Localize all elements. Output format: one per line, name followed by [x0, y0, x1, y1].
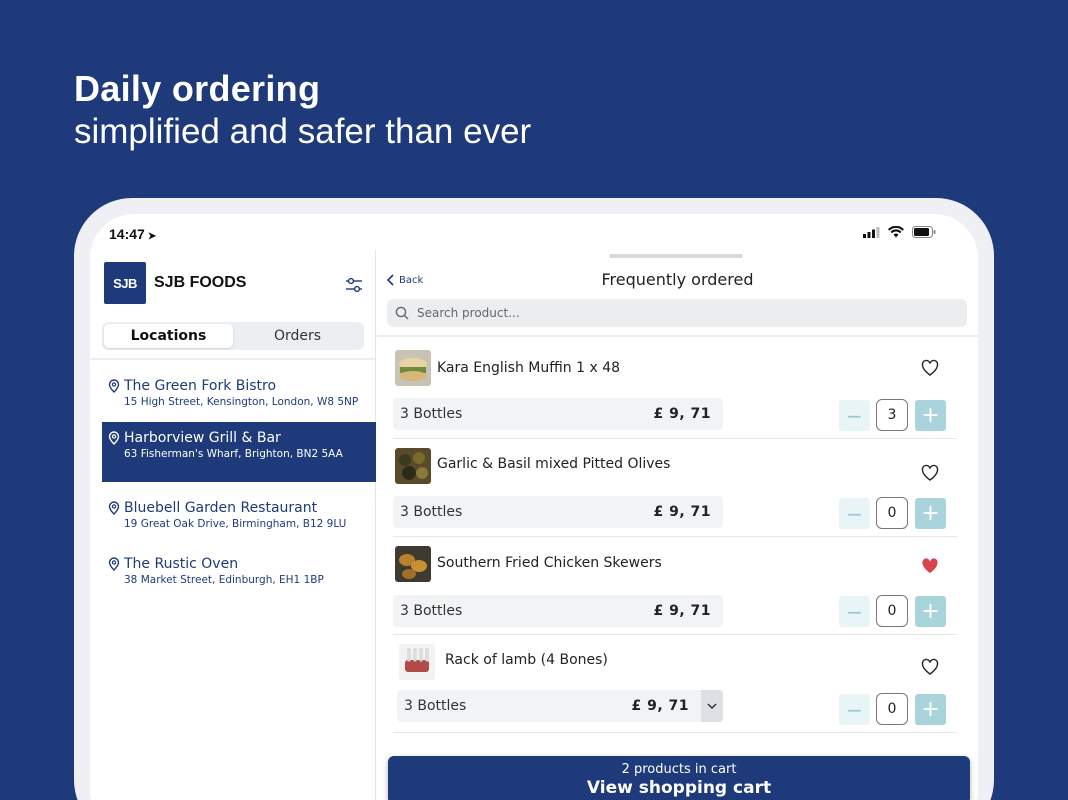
quantity-field[interactable]: 0 [876, 693, 908, 725]
increase-button[interactable]: + [915, 400, 946, 431]
cart-label: View shopping cart [586, 778, 772, 798]
unit-price-selector[interactable]: 3 Bottles £ 9, 71 [393, 496, 723, 528]
unit-price-dropdown[interactable]: 3 Bottles £ 9, 71 [397, 690, 723, 722]
location-pin-icon [108, 379, 120, 393]
increase-button[interactable]: + [915, 596, 946, 627]
location-name: The Green Fork Bistro [124, 378, 277, 394]
location-name: Bluebell Garden Restaurant [124, 500, 318, 516]
unit-label: 3 Bottles [400, 406, 463, 422]
product-image-olives [395, 448, 431, 484]
product-name: Kara English Muffin 1 x 48 [437, 360, 621, 376]
location-pin-icon [108, 557, 120, 571]
tab-orders[interactable]: Orders [233, 324, 362, 348]
unit-price-selector[interactable]: 3 Bottles £ 9, 71 [393, 398, 723, 430]
location-address: 38 Market Street, Edinburgh, EH1 1BP [124, 574, 324, 586]
product-image-muffin [395, 350, 431, 386]
location-pin-icon [108, 431, 120, 445]
view-cart-button[interactable]: 2 products in cart View shopping cart [388, 756, 970, 800]
location-name: Harborview Grill & Bar [124, 430, 281, 446]
tab-locations[interactable]: Locations [104, 324, 233, 348]
brand-name: SJB FOODS [154, 274, 247, 291]
location-pin-icon [108, 501, 120, 515]
page-title: Frequently ordered [601, 270, 754, 289]
battery-icon [912, 226, 936, 238]
search-input[interactable]: Search product... [387, 299, 967, 327]
product-row: Southern Fried Chicken Skewers 3 Bottles… [393, 538, 957, 635]
location-item[interactable]: Bluebell Garden Restaurant 19 Great Oak … [102, 492, 376, 552]
status-time: 14:47 [109, 226, 145, 242]
quantity-field[interactable]: 0 [876, 595, 908, 627]
sheet-grabber[interactable] [609, 254, 743, 258]
unit-label: 3 Bottles [404, 698, 467, 714]
unit-label: 3 Bottles [400, 603, 463, 619]
search-placeholder: Search product... [417, 306, 520, 320]
cellular-signal-icon [863, 226, 880, 238]
heart-outline-icon[interactable] [921, 464, 939, 482]
location-address: 63 Fisherman's Wharf, Brighton, BN2 5AA [124, 448, 343, 460]
location-item[interactable]: The Rustic Oven 38 Market Street, Edinbu… [102, 548, 376, 608]
heart-outline-icon[interactable] [921, 359, 939, 377]
price-label: £ 9, 71 [653, 603, 711, 619]
location-item-selected[interactable]: Harborview Grill & Bar 63 Fisherman's Wh… [102, 422, 376, 482]
product-row: Garlic & Basil mixed Pitted Olives 3 Bot… [393, 440, 957, 537]
heart-filled-icon[interactable] [921, 557, 939, 575]
price-label: £ 9, 71 [631, 698, 689, 714]
search-icon [395, 306, 409, 320]
headline-subtitle: simplified and safer than ever [74, 112, 532, 151]
product-name: Southern Fried Chicken Skewers [437, 555, 662, 571]
wifi-icon [888, 226, 904, 238]
product-row: Rack of lamb (4 Bones) 3 Bottles £ 9, 71… [393, 636, 957, 733]
brand-header: SJB SJB FOODS [104, 262, 246, 304]
product-name: Garlic & Basil mixed Pitted Olives [437, 456, 671, 472]
product-image-chicken-skewers [395, 546, 431, 582]
hero-headline: Daily ordering simplified and safer than… [74, 68, 531, 152]
price-label: £ 9, 71 [653, 504, 711, 520]
chevron-down-icon[interactable] [701, 690, 723, 722]
decrease-button[interactable]: − [839, 596, 870, 627]
unit-label: 3 Bottles [400, 504, 463, 520]
increase-button[interactable]: + [915, 694, 946, 725]
product-row: Kara English Muffin 1 x 48 3 Bottles £ 9… [393, 342, 957, 439]
location-arrow-icon: ➤ [147, 231, 157, 242]
heart-outline-icon[interactable] [921, 658, 939, 676]
price-label: £ 9, 71 [653, 406, 711, 422]
product-name: Rack of lamb (4 Bones) [445, 652, 608, 668]
decrease-button[interactable]: − [839, 498, 870, 529]
divider [90, 358, 375, 360]
location-address: 19 Great Oak Drive, Birmingham, B12 9LU [124, 518, 347, 530]
headline-title: Daily ordering [74, 68, 321, 109]
sjb-logo: SJB [104, 262, 146, 304]
quantity-field[interactable]: 0 [876, 497, 908, 529]
segmented-control: Locations Orders [102, 322, 364, 350]
location-name: The Rustic Oven [124, 556, 239, 572]
app-screen: 14:47 ➤ SJB SJB FOODS Locations Orders T… [90, 214, 978, 800]
location-item[interactable]: The Green Fork Bistro 15 High Street, Ke… [102, 370, 376, 430]
increase-button[interactable]: + [915, 498, 946, 529]
filter-settings-icon[interactable] [345, 276, 363, 294]
products-panel: Back Frequently ordered Search product..… [377, 250, 978, 800]
tablet-frame: 14:47 ➤ SJB SJB FOODS Locations Orders T… [74, 198, 994, 800]
divider [377, 335, 978, 337]
cart-count: 2 products in cart [621, 762, 737, 777]
decrease-button[interactable]: − [839, 400, 870, 431]
locations-panel: SJB SJB FOODS Locations Orders The Green… [90, 250, 376, 800]
unit-price-selector[interactable]: 3 Bottles £ 9, 71 [393, 595, 723, 627]
decrease-button[interactable]: − [839, 694, 870, 725]
location-address: 15 High Street, Kensington, London, W8 5… [124, 396, 359, 408]
product-image-rack-of-lamb [399, 644, 435, 680]
quantity-field[interactable]: 3 [876, 399, 908, 431]
status-bar: 14:47 ➤ [90, 214, 978, 250]
